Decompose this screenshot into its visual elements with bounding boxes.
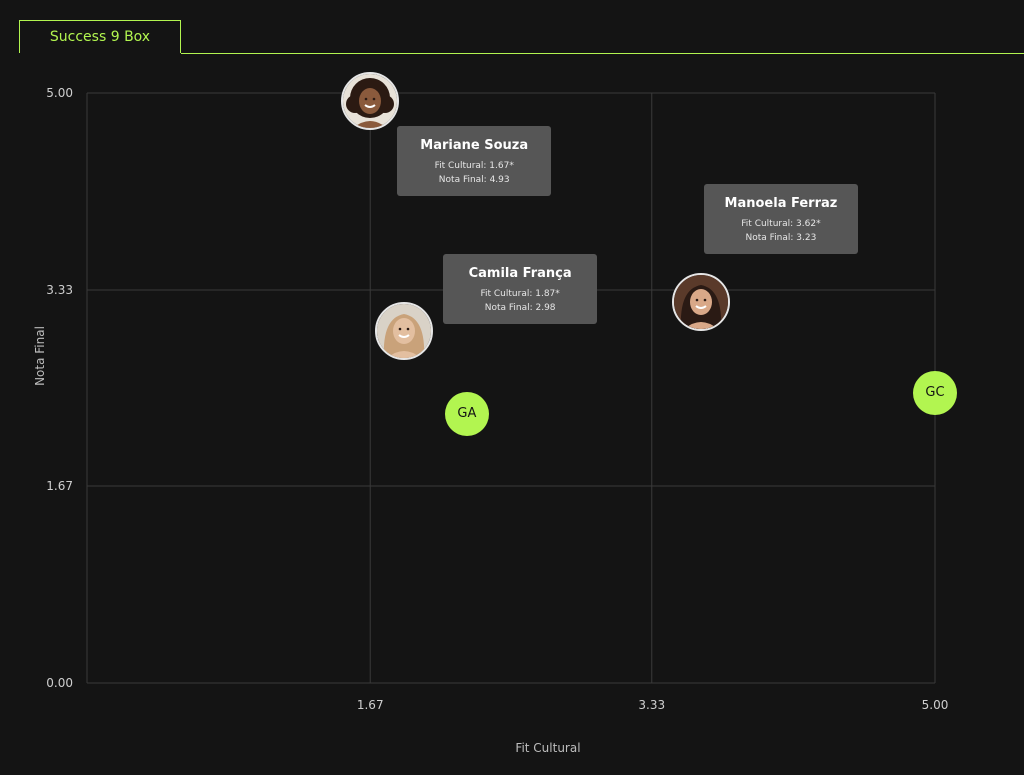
y-tick-label: 0.00: [46, 676, 73, 690]
point-initials-bubble[interactable]: GA: [444, 391, 489, 436]
point-initials-bubble[interactable]: GC: [913, 370, 957, 415]
x-tick-label: 5.00: [922, 698, 949, 712]
y-tick-label: 1.67: [46, 479, 73, 493]
point-tooltip: Mariane Souza Fit Cultural: 1.67* Nota Fin…: [397, 126, 552, 197]
tooltip-fit-cultural: Fit Cultural: 1.87*: [480, 289, 560, 300]
nine-box-chart: 1.67 3.33 5.00 0.00 1.67 3.33 5.00 Fit Cultura…: [33, 86, 949, 755]
success-9-box-page: Success 9 Box 1.67 3.33 5.00 0.00 1.67 3.33 5.…: [0, 0, 1024, 775]
point-tooltip: Camila França Fit Cultural: 1.87* Nota Fin…: [443, 254, 598, 325]
tooltip-nota-final: Nota Final: 3.23: [745, 232, 817, 243]
y-tick-label: 5.00: [46, 86, 73, 100]
tooltip-nota-final: Nota Final: 2.98: [484, 303, 556, 314]
point-tooltip: Manoela Ferraz Fit Cultural: 3.62* Nota Fi…: [703, 183, 858, 254]
tooltip-name: Manoela Ferraz: [724, 195, 838, 211]
y-tick-label: 3.33: [46, 283, 73, 297]
tooltip-name: Camila França: [468, 266, 572, 282]
x-tick-label: 3.33: [638, 698, 665, 712]
y-axis-label: Nota Final: [33, 326, 47, 386]
x-tick-label: 1.67: [357, 698, 384, 712]
tooltip-fit-cultural: Fit Cultural: 1.67*: [434, 161, 514, 172]
point-avatar[interactable]: [671, 272, 730, 331]
tooltip-name: Mariane Souza: [420, 138, 529, 154]
tooltip-fit-cultural: Fit Cultural: 3.62*: [741, 218, 821, 229]
tooltip-nota-final: Nota Final: 4.93: [438, 175, 510, 186]
x-axis-label: Fit Cultural: [515, 741, 580, 755]
